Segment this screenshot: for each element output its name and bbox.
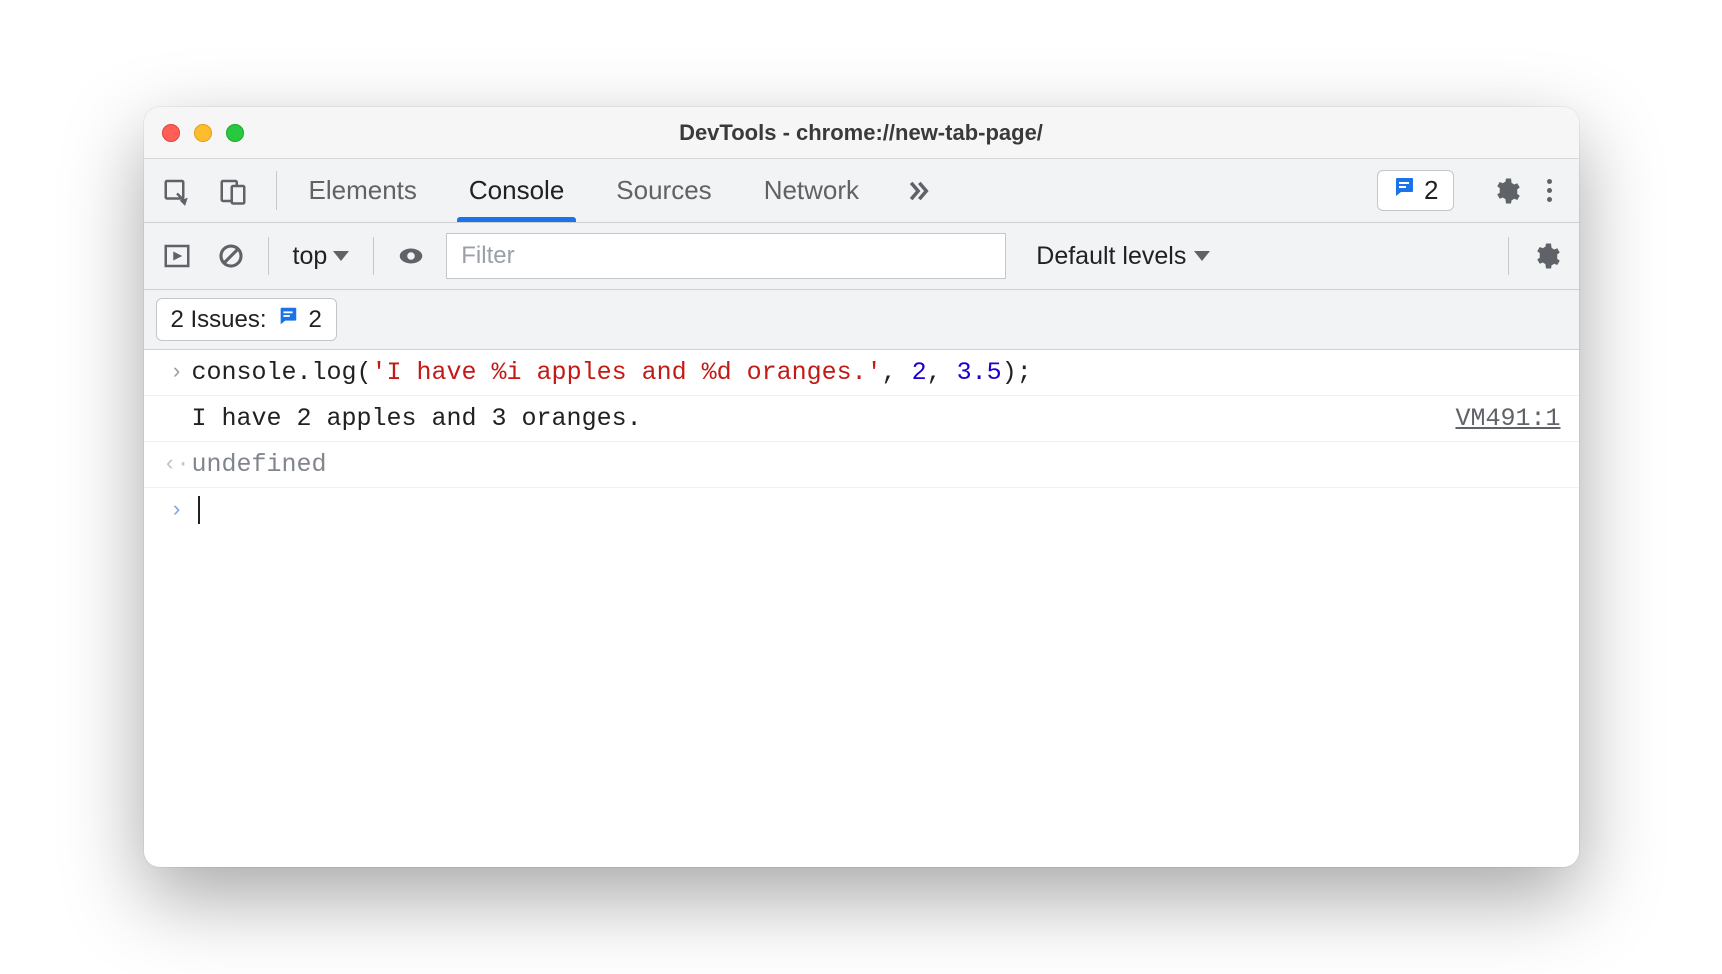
- code-close: );: [1002, 358, 1032, 387]
- divider: [373, 237, 374, 275]
- clear-console-icon[interactable]: [212, 237, 250, 275]
- console-input-row: › console.log('I have %i apples and %d o…: [144, 350, 1579, 396]
- divider: [268, 237, 269, 275]
- code-sep: ,: [882, 358, 912, 387]
- context-label: top: [293, 242, 328, 271]
- issues-chip-count: 2: [309, 306, 322, 334]
- return-value: undefined: [192, 450, 327, 479]
- minimize-window-button[interactable]: [194, 124, 212, 142]
- issues-chip[interactable]: 2 Issues: 2: [156, 298, 337, 341]
- issues-indicator[interactable]: 2: [1377, 170, 1453, 211]
- close-window-button[interactable]: [162, 124, 180, 142]
- console-sidebar-toggle-icon[interactable]: [158, 237, 196, 275]
- console-settings-icon[interactable]: [1527, 237, 1565, 275]
- traffic-lights: [162, 124, 244, 142]
- device-toolbar-icon[interactable]: [214, 172, 252, 210]
- log-text: I have 2 apples and 3 oranges.: [192, 404, 642, 433]
- return-arrow-icon: ‹·: [162, 450, 192, 477]
- devtools-window: DevTools - chrome://new-tab-page/ Elemen…: [144, 107, 1579, 867]
- divider: [1508, 237, 1509, 275]
- window-title: DevTools - chrome://new-tab-page/: [144, 120, 1579, 146]
- console-prompt-row[interactable]: ›: [144, 488, 1579, 532]
- settings-button[interactable]: [1487, 172, 1525, 210]
- issues-icon: [277, 305, 299, 334]
- text-cursor: [198, 496, 200, 524]
- gutter-blank: [162, 404, 192, 406]
- tab-network[interactable]: Network: [738, 159, 885, 222]
- issues-count: 2: [1424, 175, 1438, 206]
- titlebar: DevTools - chrome://new-tab-page/: [144, 107, 1579, 159]
- more-options-button[interactable]: [1535, 179, 1565, 202]
- zoom-window-button[interactable]: [226, 124, 244, 142]
- code-number: 3.5: [957, 358, 1002, 387]
- code-number: 2: [912, 358, 927, 387]
- console-toolbar: top Default levels: [144, 223, 1579, 290]
- tab-elements[interactable]: Elements: [283, 159, 443, 222]
- execution-context-selector[interactable]: top: [287, 242, 356, 271]
- panel-tabs: Elements Console Sources Network: [283, 159, 886, 222]
- live-expression-icon[interactable]: [392, 237, 430, 275]
- code-sep: ,: [927, 358, 957, 387]
- dropdown-icon: [333, 251, 349, 261]
- input-chevron-icon: ›: [162, 358, 192, 385]
- console-output: › console.log('I have %i apples and %d o…: [144, 350, 1579, 867]
- issues-icon: [1392, 175, 1416, 206]
- console-log-row: I have 2 apples and 3 oranges. VM491:1: [144, 396, 1579, 442]
- code-string: 'I have %i apples and %d oranges.': [372, 358, 882, 387]
- source-link[interactable]: VM491:1: [1435, 404, 1560, 433]
- levels-label: Default levels: [1036, 242, 1186, 271]
- code-fn: console.log(: [192, 358, 372, 387]
- dropdown-icon: [1194, 251, 1210, 261]
- prompt-chevron-icon: ›: [162, 496, 192, 523]
- filter-input[interactable]: [446, 233, 1006, 279]
- tab-sources[interactable]: Sources: [590, 159, 737, 222]
- log-levels-selector[interactable]: Default levels: [1036, 242, 1210, 271]
- main-tabbar: Elements Console Sources Network 2: [144, 159, 1579, 223]
- more-tabs-button[interactable]: [885, 159, 949, 222]
- issues-chip-label: 2 Issues:: [171, 306, 267, 334]
- console-return-row: ‹· undefined: [144, 442, 1579, 488]
- inspect-element-icon[interactable]: [158, 172, 196, 210]
- tab-console[interactable]: Console: [443, 159, 590, 222]
- divider: [276, 171, 277, 210]
- issues-bar: 2 Issues: 2: [144, 290, 1579, 350]
